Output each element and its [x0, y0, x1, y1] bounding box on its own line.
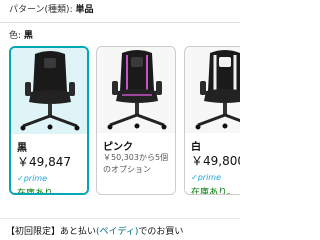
prime-badge: ✓prime [191, 173, 222, 182]
promo-highlight: (ペイディ) [96, 227, 139, 237]
variant-info-pink: ピンク ￥50,303から5個のオプション [97, 133, 175, 194]
prime-check-icon: ✓ [191, 173, 198, 182]
prime-badge: ✓prime [17, 174, 48, 183]
variant-info-black: 黒 ￥49,847 ✓prime 在庫あり。 [11, 134, 87, 195]
promo-suffix: でのお買い [138, 227, 184, 237]
variant-name: 白 [191, 142, 201, 153]
color-value: 黒 [23, 31, 33, 41]
pattern-selector: パターン(種類): 単品 [0, 0, 240, 22]
variant-card-pink[interactable]: ピンク ￥50,303から5個のオプション [96, 46, 176, 195]
promo-divider [0, 218, 240, 219]
promo-prefix: 【初回限定】あと払い [6, 227, 97, 237]
stock-status: 在庫あり。 [17, 189, 62, 195]
variant-card-white[interactable]: 白 ￥49,800 ✓prime 在庫あり。 [184, 46, 240, 195]
gaming-chair-pink-icon [107, 50, 167, 130]
variant-name: ピンク [103, 142, 133, 153]
gaming-chair-black-icon [20, 51, 80, 131]
pattern-value: 単品 [75, 5, 94, 15]
variant-price: ￥49,847 [17, 155, 71, 169]
pattern-label: パターン(種類): 単品 [9, 5, 94, 15]
variant-card-black[interactable]: 黒 ￥49,847 ✓prime 在庫あり。 [9, 46, 89, 195]
stock-status: 在庫あり。 [191, 188, 236, 195]
product-image-pink [97, 47, 175, 133]
variant-info-white: 白 ￥49,800 ✓prime 在庫あり。 [185, 133, 240, 195]
variant-price: ￥49,800 [191, 154, 240, 168]
paidy-promo-link[interactable]: 【初回限定】あと払い(ペイディ)でのお買い [6, 224, 183, 237]
prime-check-icon: ✓ [17, 174, 24, 183]
variant-offers: ￥50,303から5個のオプション [103, 153, 169, 174]
product-image-black [11, 48, 87, 134]
gaming-chair-white-icon [195, 50, 240, 130]
product-image-white [185, 47, 240, 133]
color-selector: 色: 黒 [0, 28, 240, 42]
variant-carousel[interactable]: 黒 ￥49,847 ✓prime 在庫あり。 ピンク ￥50,303から5個のオ… [0, 42, 240, 197]
variant-name: 黒 [17, 143, 27, 154]
color-label: 色: 黒 [9, 31, 33, 41]
section-divider [0, 22, 240, 23]
